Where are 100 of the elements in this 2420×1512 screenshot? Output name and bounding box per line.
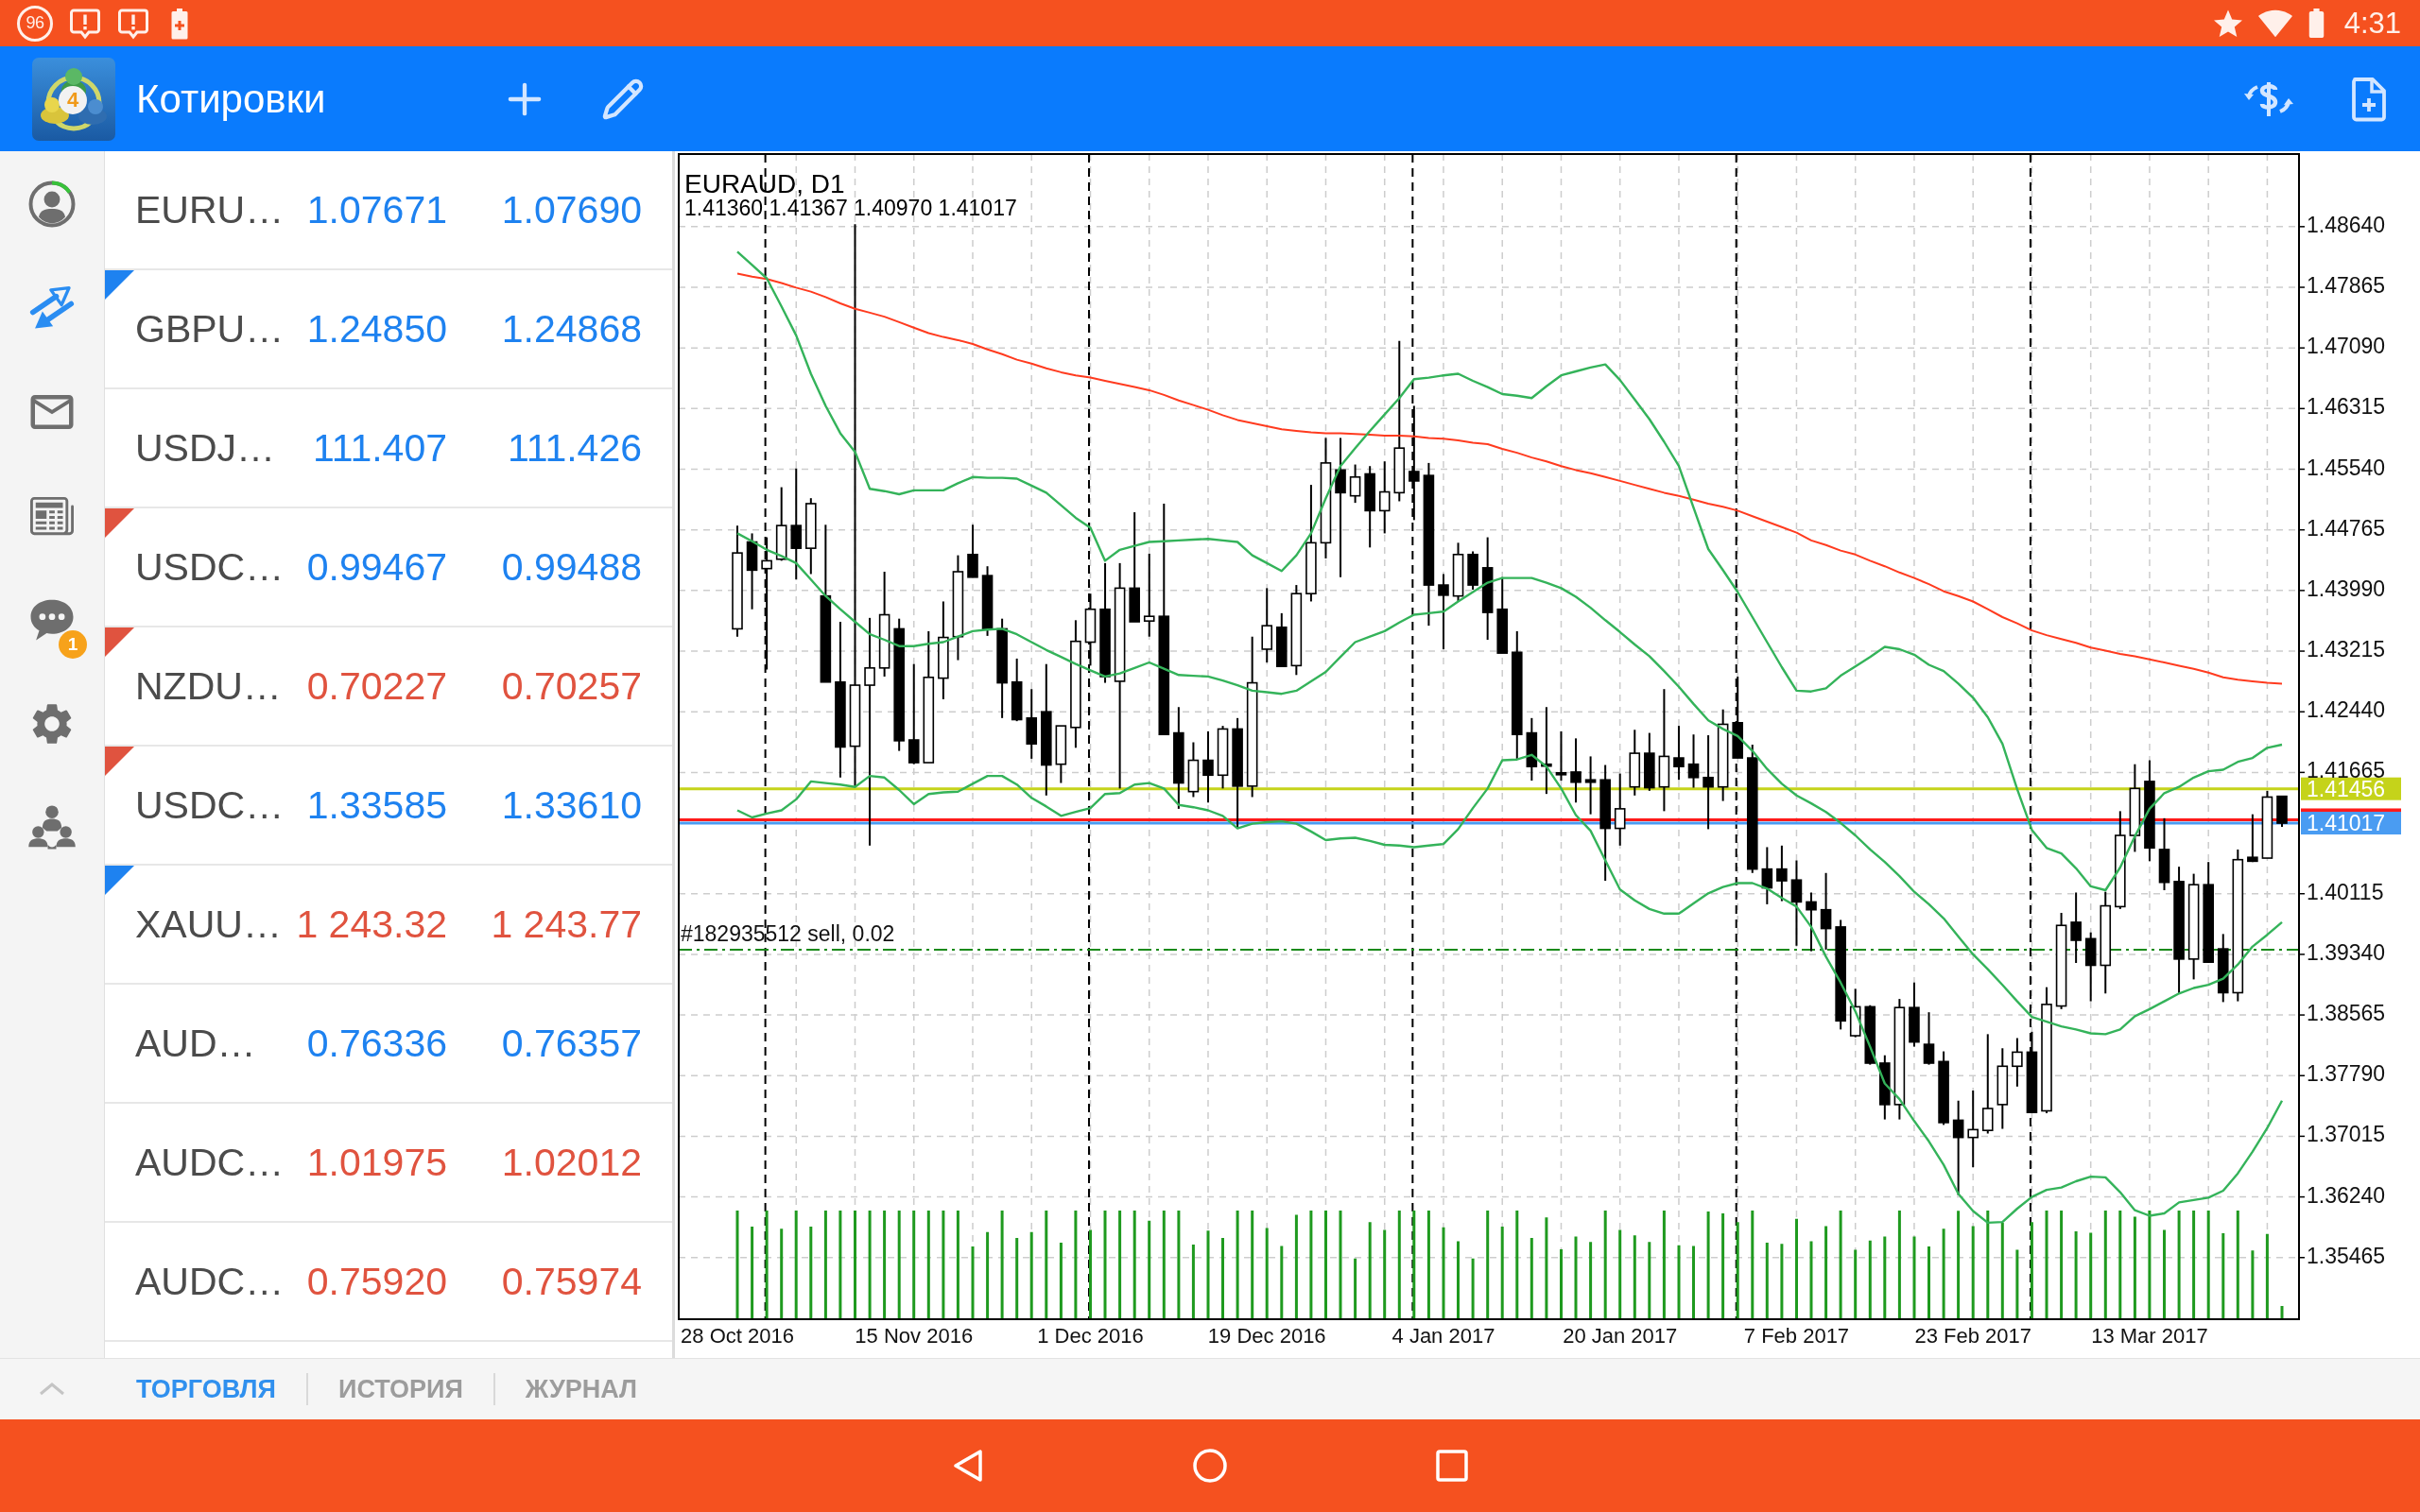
ohlc-readout: 1.41360 1.41367 1.40970 1.41017 [684,196,1017,220]
symbol-label: XAUU… [135,902,282,947]
candlestick [2276,795,2288,828]
date-axis-label: 1 Dec 2016 [1037,1324,1144,1348]
price-axis-label: 1.42440 [2307,697,2386,723]
price-axis-label: 1.43990 [2307,576,2386,601]
symbol-label: USDJ… [135,425,276,471]
candlestick [1864,1004,1876,1066]
candlestick [1761,846,1773,905]
date-axis-label: 23 Feb 2017 [1914,1324,2031,1348]
bid-price: 1.01975 [306,1140,447,1185]
price-axis-label: 1.43215 [2307,637,2386,662]
candlestick [1644,731,1655,792]
quote-row[interactable]: USDC… 1.33585 1.33610 [105,747,672,866]
candlestick [1055,725,1067,784]
price-axis-label: 1.37015 [2307,1122,2386,1147]
symbol-label: USDC… [135,544,285,590]
pencil-icon[interactable] [601,77,645,121]
order-label: #182935512 sell, 0.02 [681,920,895,946]
price-axis-label: 1.36240 [2307,1182,2386,1208]
price-axis-label: 1.35465 [2307,1243,2386,1268]
date-axis-label: 13 Mar 2017 [2091,1324,2208,1348]
candlestick [1217,725,1229,790]
candlestick [1349,463,1361,505]
price-axis-label: 1.39340 [2307,939,2386,965]
candlestick [1555,730,1567,782]
price-axis-label: 1.44765 [2307,515,2386,541]
quote-row[interactable]: GBPU… 1.24850 1.24868 [105,270,672,389]
candlestick [2012,1037,2023,1088]
candlestick [1879,1054,1891,1121]
ask-price: 1.24868 [501,306,642,352]
candlestick [1673,725,1685,782]
candlestick [1526,716,1538,782]
symbol-label: USDC… [135,782,285,828]
candlestick [1687,733,1700,789]
symbol-label: AUD… [135,1021,256,1066]
symbol-label: AUDC… [135,1259,285,1304]
ask-price: 1.07690 [501,187,642,232]
bid-price: 0.75920 [306,1259,447,1304]
home-icon[interactable] [1191,1447,1229,1485]
symbol-label: EURU… [135,187,285,232]
candlestick [1909,981,1920,1048]
price-axis-label: 1.45540 [2307,455,2386,480]
price-axis-label: 1.37790 [2307,1061,2386,1087]
price-axis-label: 1.46315 [2307,394,2386,420]
candlestick [1187,741,1200,799]
candlestick [2247,813,2258,864]
candlestick [1923,1011,1935,1066]
bid-price: 111.407 [312,425,447,471]
quote-row[interactable]: USDC… 0.99467 0.99488 [105,508,672,627]
wifi-icon [2257,9,2292,38]
candlestick [1806,891,1817,953]
symbol-label: NZDU… [135,663,282,709]
candlestick [1467,550,1478,592]
screen-title: Котировки [136,76,326,122]
candlestick [1276,611,1288,668]
recent-apps-icon[interactable] [1433,1447,1471,1485]
date-axis-label: 15 Nov 2016 [855,1324,974,1348]
ask-price: 0.75974 [501,1259,642,1304]
candlestick [1452,541,1464,603]
app-logo-icon [31,56,116,142]
newspaper-icon [30,494,74,538]
bid-price: 1.24850 [306,306,447,352]
quote-row[interactable]: XAUU… 1 243.32 1 243.77 [105,866,672,985]
date-axis-label: 4 Jan 2017 [1392,1324,1495,1348]
bid-price: 0.70227 [306,663,447,709]
price-axis-label: 1.48640 [2307,212,2386,237]
quote-row[interactable]: NZDU… 0.70227 0.70257 [105,627,672,747]
symbol-label: GBPU… [135,306,285,352]
unread-count: 1 [59,630,87,659]
bid-price: 1 243.32 [296,902,447,947]
price-axis-label: 1.38565 [2307,1001,2386,1026]
date-axis-label: 19 Dec 2016 [1207,1324,1326,1348]
price-axis-label: 1.47090 [2307,334,2386,359]
price-axis-label: 1.40115 [2307,879,2384,904]
battery-icon [2308,9,2325,38]
ask-price: 0.70257 [501,663,642,709]
date-axis-label: 28 Oct 2016 [681,1324,794,1348]
candlestick [1629,729,1641,797]
chart-title: EURAUD, D1 [684,169,845,198]
date-axis-label: 20 Jan 2017 [1563,1324,1678,1348]
ask-price: 0.76357 [501,1021,642,1066]
ask-price: 1.33610 [501,782,642,828]
symbol-label: AUDC… [135,1140,285,1185]
candlestick [1776,844,1788,902]
battery-plus-icon [171,7,188,40]
ask-price: 1 243.77 [491,902,642,947]
candlestick [967,524,978,578]
candlestick [1570,737,1582,804]
star-icon [2213,9,2242,38]
ask-price: 0.99488 [501,544,642,590]
ask-price: 1.02012 [501,1140,642,1185]
bid-price: 0.76336 [306,1021,447,1066]
bid-price: 0.99467 [306,544,447,590]
ask-price: 111.426 [507,425,642,471]
candlestick [1584,755,1597,816]
price-axis-label: 1.47865 [2307,273,2386,298]
candlestick [1011,657,1023,723]
notification-count: 96 [17,5,53,42]
date-axis-label: 7 Feb 2017 [1743,1324,1850,1348]
